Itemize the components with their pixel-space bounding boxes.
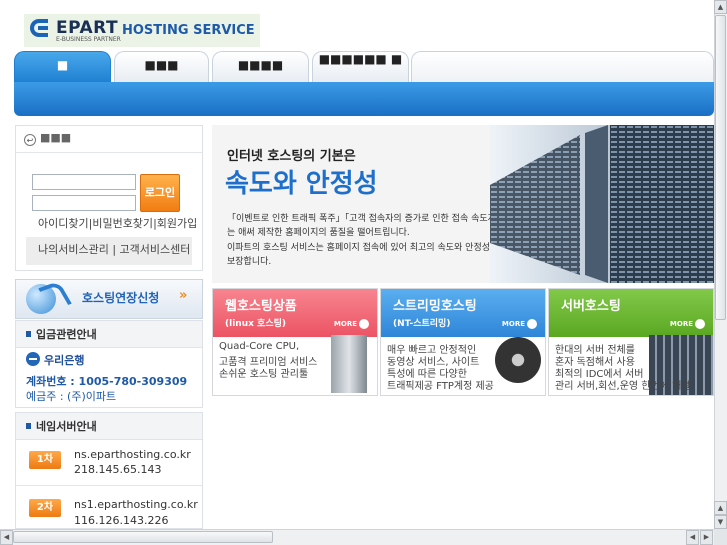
- card-title: 스트리밍호스팅: [393, 299, 477, 314]
- account-holder: 예금주 : (주)이파트: [26, 390, 117, 403]
- logo-subtitle: E-BUSINESS PARTNER: [56, 36, 121, 43]
- tab-1[interactable]: ■: [14, 51, 111, 83]
- hero-text-line: 이파트의 호스팅 서비스는 홈페이지 접속에 있어 최고의 속도와 안정성을: [227, 243, 499, 253]
- card-tag: (NT-스트리밍): [393, 319, 451, 329]
- plus-icon: [695, 319, 705, 329]
- epart-logo[interactable]: EPART E-BUSINESS PARTNER HOSTING SERVICE: [24, 14, 260, 47]
- ns1-ip: 218.145.65.143: [74, 463, 162, 476]
- vertical-scroll-thumb[interactable]: [715, 15, 726, 320]
- card-text-line: Quad-Core CPU,: [219, 341, 300, 352]
- streaming-hosting-card[interactable]: 스트리밍호스팅 (NT-스트리밍) MORE 매우 빠르고 안정적인 동영상 서…: [380, 288, 546, 396]
- login-title: ■■■: [40, 131, 72, 144]
- my-service-button[interactable]: 나의서비스관리 | 고객서비스센터: [26, 237, 192, 265]
- account-number: 계좌번호 : 1005-780-309309: [26, 375, 188, 388]
- logo-service-text: HOSTING SERVICE: [122, 23, 255, 38]
- scroll-up-button[interactable]: ▲: [714, 501, 727, 515]
- plus-icon: [527, 319, 537, 329]
- hero-text-line: 보장합니다.: [227, 257, 272, 267]
- more-button[interactable]: MORE: [502, 319, 537, 329]
- deposit-heading: 입금관련안내: [16, 321, 202, 348]
- horizontal-scroll-thumb[interactable]: [13, 531, 273, 543]
- film-reel-image: [495, 337, 541, 383]
- tab-4[interactable]: ■■■■■■ ■: [312, 51, 409, 83]
- divider: [16, 152, 202, 153]
- hero-title: 속도와 안정성: [225, 169, 378, 199]
- server-rack-image: [490, 125, 714, 283]
- card-tag: (linux 호스팅): [225, 319, 286, 329]
- scroll-left-button[interactable]: ◀: [686, 530, 699, 545]
- woori-bank-icon: [26, 352, 40, 366]
- ns2-host: ns1.eparthosting.co.kr: [74, 498, 198, 511]
- more-button[interactable]: MORE: [334, 319, 369, 329]
- web-hosting-card[interactable]: 웹호스팅상품 (linux 호스팅) MORE Quad-Core CPU, 고…: [212, 288, 378, 396]
- plus-icon: [359, 319, 369, 329]
- scroll-down-button[interactable]: ▼: [714, 515, 727, 529]
- userid-input[interactable]: [32, 174, 136, 190]
- tab-bar-filler: [411, 51, 714, 83]
- password-input[interactable]: [32, 195, 136, 211]
- hero-text-line: 「이벤트로 인한 트래픽 폭주」「고객 접속자의 증가로 인한 접속 속도저하」: [227, 214, 514, 224]
- tab-2[interactable]: ■■■: [114, 51, 209, 83]
- login-links: 아이디찾기|비밀번호찾기|회원가입: [38, 217, 198, 230]
- more-button[interactable]: MORE: [670, 319, 705, 329]
- tab-3[interactable]: ■■■■: [212, 51, 309, 83]
- server-tower-image: [331, 335, 367, 393]
- card-text-line: 손쉬운 호스팅 관리툴: [219, 369, 309, 380]
- hero-text-line: 는 애써 제작한 홈페이지의 품질을 떨어트립니다.: [227, 228, 410, 238]
- card-title: 웹호스팅상품: [225, 299, 297, 314]
- ns2-ip: 116.126.143.226: [74, 514, 169, 527]
- card-text-line: 트래픽제공 FTP계정 제공: [387, 381, 494, 392]
- scrollbar-corner: [714, 529, 727, 545]
- bank-name: 우리은행: [44, 354, 85, 367]
- hosting-extension-banner[interactable]: 호스팅연장신청 »: [15, 279, 203, 319]
- hero-subtitle: 인터넷 호스팅의 기본은: [227, 149, 356, 164]
- ns2-badge: 2차: [29, 499, 61, 517]
- find-password-link[interactable]: 비밀번호찾기: [92, 217, 153, 230]
- signup-link[interactable]: 회원가입: [157, 217, 197, 230]
- nameserver-heading: 네임서버안내: [16, 413, 202, 440]
- server-hosting-card[interactable]: 서버호스팅 MORE 한대의 서버 전체를 혼자 독점해서 사용 최적의 IDC…: [548, 288, 714, 396]
- bullet-icon: [26, 423, 31, 429]
- ns1-host: ns.eparthosting.co.kr: [74, 448, 191, 461]
- extension-label: 호스팅연장신청: [82, 291, 160, 305]
- logo-brand: EPART: [56, 18, 119, 38]
- card-text-line: 관리 서버,회선,운영 한번에 해결: [555, 381, 691, 392]
- scroll-right-button[interactable]: ▶: [700, 530, 713, 545]
- ns1-badge: 1차: [29, 451, 61, 469]
- scroll-left-button[interactable]: ◀: [0, 530, 13, 545]
- login-button[interactable]: 로그인: [140, 174, 180, 212]
- epart-e-icon: [30, 19, 48, 37]
- chevron-right-icon: »: [179, 288, 188, 303]
- login-arrow-icon: ↩: [24, 134, 36, 146]
- scroll-up-button[interactable]: ▲: [714, 0, 727, 14]
- card-title: 서버호스팅: [561, 299, 621, 314]
- divider: [16, 485, 202, 486]
- nav-bar: [14, 82, 714, 116]
- find-id-link[interactable]: 아이디찾기: [38, 217, 89, 230]
- bullet-icon: [26, 331, 31, 337]
